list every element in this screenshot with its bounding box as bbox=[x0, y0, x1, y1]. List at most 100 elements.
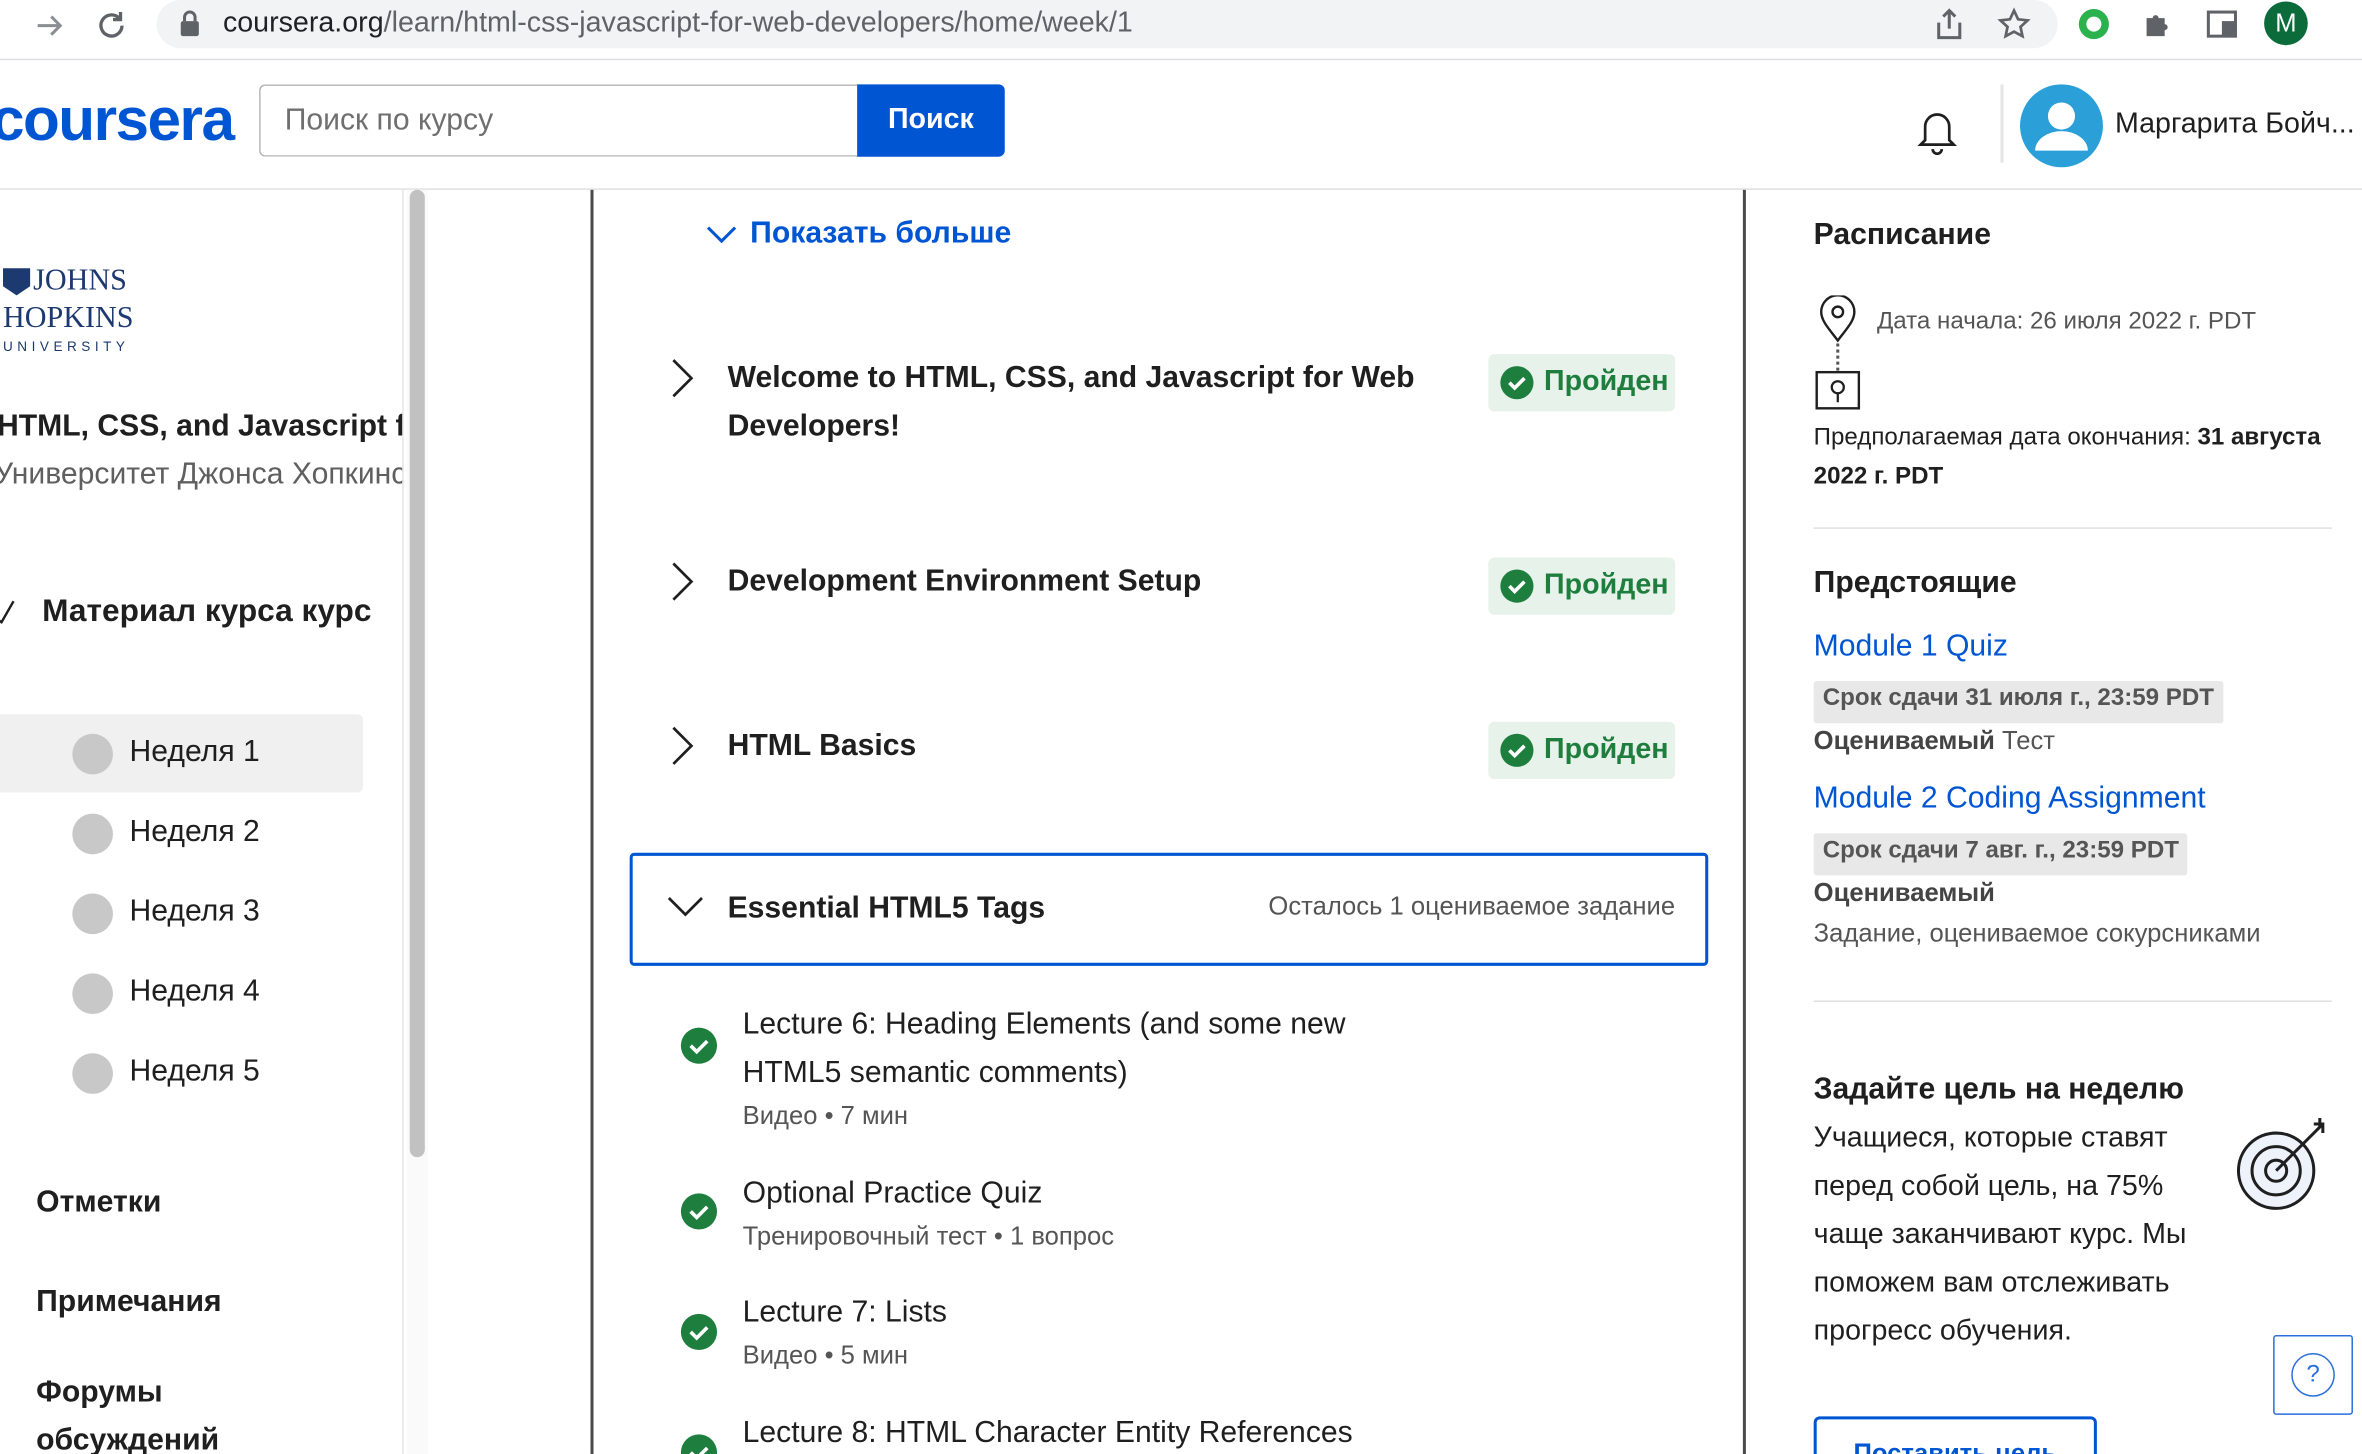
schedule-title: Расписание bbox=[1813, 218, 1991, 252]
target-icon bbox=[2229, 1112, 2334, 1217]
location-pin-icon bbox=[1817, 294, 1859, 343]
search-button[interactable]: Поиск bbox=[857, 84, 1005, 157]
upcoming-item-link[interactable]: Module 2 Coding Assignment bbox=[1814, 782, 2206, 817]
page: coursera.org/learn/html-css-javascript-f… bbox=[0, 0, 2362, 1454]
course-material-link[interactable]: Материал курса курс bbox=[42, 588, 373, 636]
week-status-icon bbox=[72, 1053, 113, 1094]
check-circle-icon bbox=[680, 1434, 718, 1454]
timeline-connector bbox=[1836, 343, 1840, 371]
check-circle-icon bbox=[680, 1027, 718, 1064]
show-more-button[interactable]: Показать больше bbox=[705, 217, 1011, 252]
lesson-item-meta: Видео • 7 мин bbox=[742, 1101, 909, 1131]
checkmark-icon bbox=[0, 600, 15, 632]
lock-icon bbox=[178, 9, 202, 39]
help-button[interactable]: ? bbox=[2273, 1334, 2353, 1415]
lesson-item-title[interactable]: Lecture 6: Heading Elements (and some ne… bbox=[743, 1000, 1451, 1096]
check-circle-icon bbox=[680, 1193, 718, 1230]
chevron-right-icon[interactable] bbox=[669, 559, 699, 604]
course-title[interactable]: HTML, CSS, and Javascript for Web Develo… bbox=[0, 410, 402, 445]
module-title[interactable]: HTML Basics bbox=[728, 722, 917, 770]
week-label: Неделя 5 bbox=[129, 1054, 260, 1088]
user-avatar[interactable] bbox=[2020, 84, 2103, 168]
browser-toolbar: coursera.org/learn/html-css-javascript-f… bbox=[0, 0, 2362, 61]
assignment-graded: Оцениваемый bbox=[1813, 878, 1995, 908]
chevron-down-icon bbox=[706, 226, 737, 243]
svg-text:JOHNS: JOHNS bbox=[33, 262, 127, 296]
reload-icon[interactable] bbox=[92, 6, 131, 45]
search-input[interactable] bbox=[259, 84, 859, 157]
estimated-end-date: Предполагаемая дата окончания: 31 август… bbox=[1813, 424, 2321, 490]
start-date: Дата начала: 26 июля 2022 г. PDT bbox=[1876, 308, 2257, 335]
bookmark-star-icon[interactable] bbox=[1996, 6, 2032, 42]
assignment-type: Оцениваемый Тест bbox=[1813, 726, 2056, 755]
check-circle-icon bbox=[1500, 733, 1534, 767]
chevron-right-icon[interactable] bbox=[669, 723, 699, 768]
divider bbox=[1813, 527, 2332, 529]
forward-icon[interactable] bbox=[30, 6, 69, 45]
bell-icon[interactable] bbox=[1910, 102, 1964, 156]
week-label: Неделя 2 bbox=[129, 815, 260, 849]
module-title: Essential HTML5 Tags bbox=[727, 891, 1046, 926]
finish-flag-icon bbox=[1815, 370, 1861, 410]
lesson-item-meta: Видео • 5 мин bbox=[742, 1340, 909, 1370]
reading-list-icon[interactable] bbox=[2204, 6, 2240, 42]
goal-title: Задайте цель на неделю bbox=[1813, 1072, 2184, 1106]
week-label: Неделя 4 bbox=[129, 974, 260, 1009]
chevron-down-icon[interactable] bbox=[666, 892, 705, 922]
sidebar-item-notes[interactable]: Примечания bbox=[36, 1278, 221, 1326]
sidebar-item-week-3[interactable]: Неделя 3 bbox=[0, 874, 363, 952]
johns-hopkins-logo[interactable]: JOHNS HOPKINS UNIVERSITY bbox=[0, 262, 151, 358]
week-status-icon bbox=[72, 733, 113, 775]
lesson-item-title[interactable]: Optional Practice Quiz bbox=[743, 1169, 1043, 1217]
week-status-icon bbox=[72, 813, 113, 855]
upcoming-item-link[interactable]: Module 1 Quiz bbox=[1814, 630, 2008, 665]
lesson-item-title[interactable]: Lecture 7: Lists bbox=[743, 1288, 947, 1336]
profile-avatar[interactable]: M bbox=[2264, 1, 2308, 46]
lesson-item-title[interactable]: Lecture 8: HTML Character Entity Referen… bbox=[743, 1409, 1353, 1454]
status-badge: Пройден bbox=[1488, 721, 1676, 779]
svg-text:UNIVERSITY: UNIVERSITY bbox=[3, 339, 129, 354]
due-date-badge: Срок сдачи 7 авг. г., 23:59 PDT bbox=[1813, 833, 2188, 876]
sidebar-scrollbar-thumb[interactable] bbox=[409, 189, 425, 1158]
coursera-logo[interactable]: coursera bbox=[0, 87, 235, 155]
due-date-badge: Срок сдачи 31 июля г., 23:59 PDT bbox=[1813, 681, 2224, 724]
assignment-type: Задание, оцениваемое сокурсниками bbox=[1813, 919, 2261, 948]
extension-green-icon[interactable] bbox=[2076, 6, 2112, 42]
week-label: Неделя 3 bbox=[129, 894, 260, 929]
week-status-icon bbox=[72, 893, 113, 935]
url-text: coursera.org/learn/html-css-javascript-f… bbox=[222, 7, 1133, 40]
chevron-right-icon[interactable] bbox=[669, 356, 699, 401]
extensions-puzzle-icon[interactable] bbox=[2141, 6, 2177, 42]
content-divider-left bbox=[590, 189, 594, 1454]
sidebar-item-week-1[interactable]: Неделя 1 bbox=[0, 714, 364, 793]
status-badge: Пройден bbox=[1488, 557, 1676, 615]
goal-description: Учащиеся, которые ставят перед собой цел… bbox=[1813, 1122, 2187, 1348]
share-icon[interactable] bbox=[1931, 6, 1967, 42]
sidebar-item-week-2[interactable]: Неделя 2 bbox=[0, 794, 363, 872]
user-name[interactable]: Маргарита Бойч... bbox=[2115, 108, 2355, 141]
sidebar-item-forums[interactable]: Форумы обсуждений bbox=[36, 1368, 262, 1454]
svg-text:HOPKINS: HOPKINS bbox=[3, 300, 134, 334]
module-title[interactable]: Welcome to HTML, CSS, and Javascript for… bbox=[728, 354, 1436, 450]
expanded-module-header[interactable]: Essential HTML5 Tags Осталось 1 оценивае… bbox=[629, 852, 1709, 966]
help-icon: ? bbox=[2291, 1353, 2335, 1397]
module-title[interactable]: Development Environment Setup bbox=[728, 557, 1202, 605]
site-header: coursera Поиск Маргарита Бойч... bbox=[0, 60, 2362, 190]
sidebar-item-week-5[interactable]: Неделя 5 bbox=[0, 1034, 363, 1112]
upcoming-title: Предстоящие bbox=[1813, 566, 2017, 600]
week-status-icon bbox=[72, 973, 113, 1015]
divider bbox=[1813, 1000, 2332, 1002]
check-circle-icon bbox=[680, 1313, 718, 1351]
status-badge: Пройден bbox=[1488, 354, 1676, 412]
course-sidebar: JOHNS HOPKINS UNIVERSITY HTML, CSS, and … bbox=[0, 189, 404, 1454]
sidebar-item-week-4[interactable]: Неделя 4 bbox=[0, 954, 363, 1032]
sidebar-item-grades[interactable]: Отметки bbox=[36, 1178, 161, 1226]
course-university: Университет Джонса Хопкинса bbox=[0, 458, 404, 492]
lesson-item-meta: Тренировочный тест • 1 вопрос bbox=[742, 1221, 1115, 1251]
header-divider bbox=[2000, 84, 2004, 163]
content-divider-right bbox=[1742, 189, 1746, 1454]
set-goal-button[interactable]: Поставить цель bbox=[1813, 1416, 2097, 1454]
check-circle-icon bbox=[1500, 569, 1534, 603]
week-label: Неделя 1 bbox=[129, 735, 260, 769]
check-circle-icon bbox=[1500, 366, 1534, 400]
